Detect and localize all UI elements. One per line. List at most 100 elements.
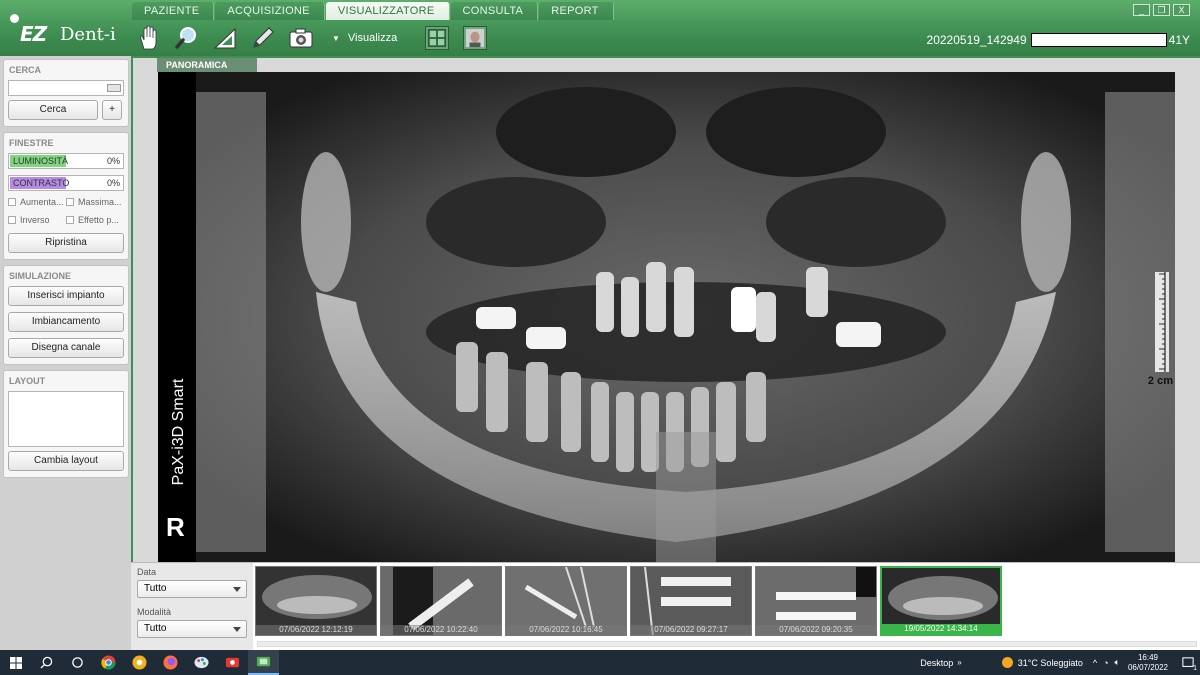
check-label: Aumenta... — [20, 197, 64, 207]
modalita-filter-select[interactable]: Tutto — [137, 620, 247, 638]
chrome-canary-icon[interactable] — [124, 650, 155, 675]
add-search-button[interactable]: + — [102, 100, 122, 120]
filters-panel: Data Tutto Modalità Tutto — [131, 563, 253, 651]
modalita-filter-label: Modalità — [137, 607, 172, 617]
firefox-icon[interactable] — [155, 650, 186, 675]
close-button[interactable]: X — [1173, 4, 1190, 16]
thumbnail-date: 07/06/2022 09:20:35 — [756, 625, 876, 635]
check-massima[interactable]: Massima... — [66, 197, 124, 207]
thumbnail-date: 07/06/2022 12:12:19 — [256, 625, 376, 635]
dropdown-arrow-icon — [233, 627, 241, 632]
imbiancamento-button[interactable]: Imbiancamento — [8, 312, 124, 332]
clock[interactable]: 16:49 06/07/2022 — [1128, 653, 1168, 673]
tab-acquisizione[interactable]: ACQUISIZIONE — [215, 2, 325, 20]
visualizza-dropdown[interactable]: ▼ Visualizza — [332, 32, 397, 44]
checkbox[interactable] — [66, 216, 74, 224]
chevron-up-icon[interactable]: ^ — [1093, 658, 1097, 668]
search-button[interactable]: Cerca — [8, 100, 98, 120]
minimize-button[interactable]: _ — [1133, 4, 1150, 16]
disegna-canale-button[interactable]: Disegna canale — [8, 338, 124, 358]
face-photo-icon[interactable] — [463, 26, 488, 50]
pencil-icon[interactable] — [246, 23, 280, 53]
side-marker: R — [166, 512, 185, 542]
search-input[interactable] — [8, 80, 124, 96]
screen-recorder-icon[interactable] — [217, 650, 248, 675]
checkbox[interactable] — [8, 198, 16, 206]
check-effetto[interactable]: Effetto p... — [66, 215, 124, 225]
chrome-icon[interactable] — [93, 650, 124, 675]
checkbox[interactable] — [66, 198, 74, 206]
thumbnail-selected[interactable]: 19/05/2022 14:34:14 — [880, 566, 1002, 636]
horizontal-scrollbar[interactable] — [257, 641, 1197, 647]
visualizza-label: Visualizza — [347, 32, 398, 44]
camera-capture-icon[interactable] — [284, 23, 318, 53]
magnifier-icon[interactable] — [170, 23, 204, 53]
search-icon[interactable] — [31, 650, 62, 675]
xray-image — [196, 72, 1175, 562]
notification-icon[interactable]: 1 — [1176, 650, 1200, 675]
image-viewer[interactable]: PANORAMICA PaX-i3D Smart R 2 cm — [131, 56, 1200, 562]
thumbnail-list: 07/06/2022 12:12:19 07/06/2022 10:22:40 … — [255, 566, 1005, 636]
luminosita-slider[interactable]: LUMINOSITÀ 0% — [8, 153, 124, 169]
device-label: PaX-i3D Smart — [170, 378, 187, 486]
chevron-right-icon[interactable]: » — [957, 658, 961, 667]
check-label: Effetto p... — [78, 215, 119, 225]
cerca-title: CERCA — [9, 65, 42, 75]
modalita-filter-value: Tutto — [144, 623, 167, 634]
contrasto-slider[interactable]: CONTRASTO 0% — [8, 175, 124, 191]
network-icon[interactable]: ◔ — [1103, 658, 1108, 668]
tab-visualizzatore[interactable]: VISUALIZZATORE — [325, 2, 450, 20]
panoramic-xray[interactable]: PaX-i3D Smart R 2 cm — [158, 72, 1175, 562]
contrasto-label: CONTRASTO — [13, 178, 70, 188]
tab-paziente[interactable]: PAZIENTE — [132, 2, 215, 20]
thumbnail-date: 07/06/2022 10:16:45 — [506, 625, 626, 635]
check-aumenta[interactable]: Aumenta... — [8, 197, 66, 207]
cerca-panel: CERCA Cerca + — [3, 59, 129, 127]
patient-info: 20220519_142949 41Y — [927, 33, 1190, 47]
weather-text[interactable]: 31°C Soleggiato — [1018, 658, 1083, 668]
thumbnail[interactable]: 07/06/2022 10:22:40 — [380, 566, 502, 636]
layout-title: LAYOUT — [9, 376, 46, 386]
grid-view-icon[interactable] — [425, 26, 450, 50]
main-tabs: PAZIENTE ACQUISIZIONE VISUALIZZATORE CON… — [132, 2, 615, 20]
patient-age: 41Y — [1168, 33, 1190, 47]
luminosita-value: 0% — [106, 156, 120, 166]
check-inverso[interactable]: Inverso — [8, 215, 66, 225]
desktop-toolbar-label[interactable]: Desktop — [920, 658, 953, 668]
ruler-angle-icon[interactable] — [208, 23, 242, 53]
dropdown-arrow-icon — [233, 587, 241, 592]
task-view-icon[interactable] — [62, 650, 93, 675]
layout-preview[interactable] — [8, 391, 124, 447]
patient-id: 20220519_142949 — [926, 33, 1027, 47]
ripristina-button[interactable]: Ripristina — [8, 233, 124, 253]
paint-icon[interactable] — [186, 650, 217, 675]
data-filter-select[interactable]: Tutto — [137, 580, 247, 598]
logo-dent: Dent-i — [60, 24, 116, 45]
tab-consulta[interactable]: CONSULTA — [450, 2, 539, 20]
check-label: Inverso — [20, 215, 50, 225]
hand-pan-icon[interactable] — [132, 23, 166, 53]
thumbnail-date: 07/06/2022 10:22:40 — [381, 625, 501, 635]
tab-report[interactable]: REPORT — [539, 2, 614, 20]
cambia-layout-button[interactable]: Cambia layout — [8, 451, 124, 471]
volume-icon[interactable]: 🔈︎ — [1115, 657, 1120, 668]
restore-button[interactable]: ❐ — [1153, 4, 1170, 16]
logo-ez: EZ — [20, 22, 47, 46]
simulazione-panel: SIMULAZIONE Inserisci impianto Imbiancam… — [3, 265, 129, 365]
simulazione-title: SIMULAZIONE — [9, 271, 71, 281]
device-strip: PaX-i3D Smart R — [158, 72, 196, 562]
inserisci-impianto-button[interactable]: Inserisci impianto — [8, 286, 124, 306]
app-header: EZ Dent-i PAZIENTE ACQUISIZIONE VISUALIZ… — [0, 0, 1200, 56]
thumbnail[interactable]: 07/06/2022 10:16:45 — [505, 566, 627, 636]
ezdent-taskbar-icon[interactable] — [248, 650, 279, 675]
weather-sun-icon[interactable] — [1001, 657, 1013, 668]
clock-time: 16:49 — [1137, 652, 1158, 662]
thumbnail[interactable]: 07/06/2022 09:27:17 — [630, 566, 752, 636]
keyboard-icon[interactable] — [107, 84, 121, 92]
thumbnail[interactable]: 07/06/2022 09:20:35 — [755, 566, 877, 636]
ruler-scale — [1155, 272, 1169, 372]
windows-start-icon[interactable] — [0, 650, 31, 675]
checkbox[interactable] — [8, 216, 16, 224]
thumbnail[interactable]: 07/06/2022 12:12:19 — [255, 566, 377, 636]
view-tab-panoramica[interactable]: PANORAMICA — [157, 58, 257, 72]
